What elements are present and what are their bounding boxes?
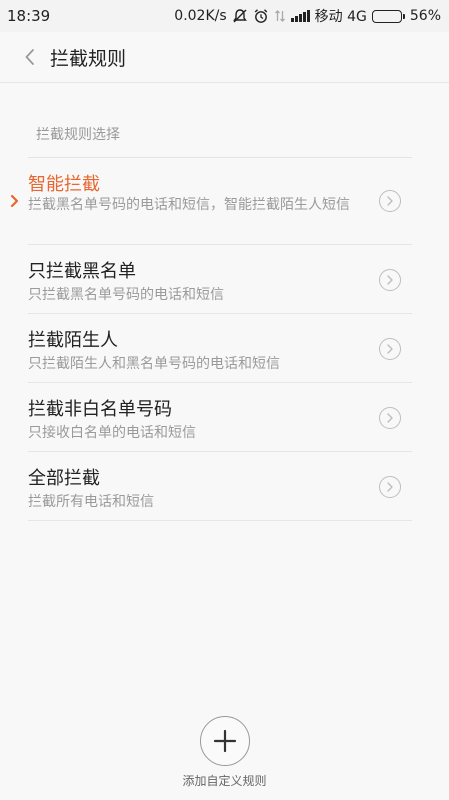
add-custom-rule-button[interactable]: 添加自定义规则 [171,716,278,789]
rule-title: 智能拦截 [28,174,100,195]
rule-item-blacklist-only[interactable]: 只拦截黑名单 只拦截黑名单号码的电话和短信 [0,245,449,314]
battery-icon [371,9,405,23]
chevron-right-icon [379,269,401,291]
chevron-right-icon [379,407,401,429]
rule-desc: 只接收白名单的电话和短信 [28,425,196,441]
rule-title: 拦截非白名单号码 [28,399,172,420]
selected-marker-icon [10,194,19,208]
rule-list: 智能拦截 拦截黑名单号码的电话和短信，智能拦截陌生人短信 只拦截黑名单 只拦截黑… [0,158,449,521]
battery-percent: 56% [409,8,441,24]
back-button[interactable] [8,35,52,79]
status-time: 18:39 [7,7,51,25]
status-icons: 0.02K/s 移动 4G 56% [174,6,441,26]
add-circle[interactable] [199,716,250,766]
rule-title: 全部拦截 [28,468,100,489]
status-bar: 18:39 0.02K/s 移动 4G 56% [0,0,449,32]
carrier-label: 移动 4G [314,9,367,25]
page-title: 拦截规则 [50,47,127,70]
plus-icon [213,729,236,753]
rule-desc: 只拦截黑名单号码的电话和短信 [28,287,224,303]
alarm-icon [253,8,269,24]
header-divider [0,82,449,83]
rule-title: 只拦截黑名单 [28,261,136,282]
rule-item-smart[interactable]: 智能拦截 拦截黑名单号码的电话和短信，智能拦截陌生人短信 [0,158,449,245]
rule-item-block-all[interactable]: 全部拦截 拦截所有电话和短信 [0,452,449,521]
add-rule-label: 添加自定义规则 [182,774,267,788]
chevron-right-icon [379,338,401,360]
section-header: 拦截规则选择 [36,127,120,143]
chevron-right-icon [379,476,401,498]
data-arrows-icon [274,8,286,24]
rule-desc: 拦截所有电话和短信 [28,494,154,510]
back-chevron-icon [25,49,34,65]
rule-item-strangers[interactable]: 拦截陌生人 只拦截陌生人和黑名单号码的电话和短信 [0,314,449,383]
rule-item-non-whitelist[interactable]: 拦截非白名单号码 只接收白名单的电话和短信 [0,383,449,452]
silent-icon [232,8,248,24]
rule-desc: 只拦截陌生人和黑名单号码的电话和短信 [28,356,280,372]
rule-desc: 拦截黑名单号码的电话和短信，智能拦截陌生人短信 [28,197,350,213]
rule-title: 拦截陌生人 [28,330,118,351]
row-divider [28,520,412,521]
chevron-right-icon [379,190,401,212]
net-speed: 0.02K/s [174,8,227,24]
signal-icon [290,10,310,22]
app-bar: 拦截规则 [0,32,449,82]
